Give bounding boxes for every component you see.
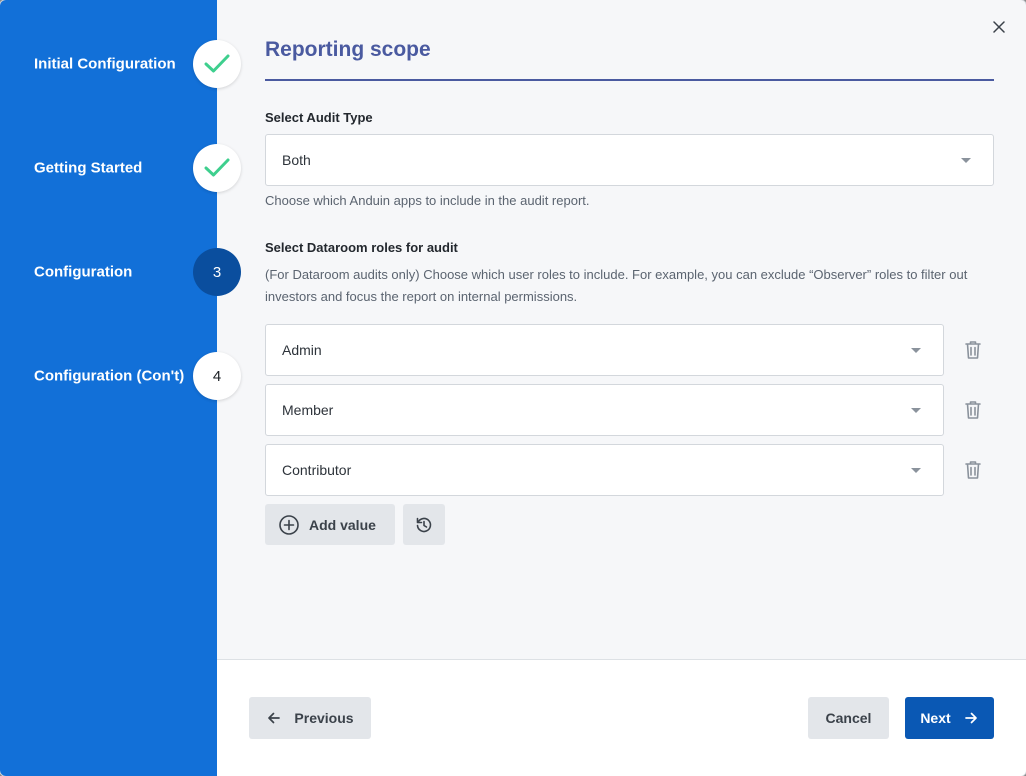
caret-down-icon — [911, 408, 921, 413]
cancel-button[interactable]: Cancel — [808, 697, 889, 739]
plus-circle-icon — [279, 514, 299, 535]
caret-down-icon — [961, 158, 971, 163]
delete-role-button[interactable] — [962, 339, 984, 361]
audit-type-value: Both — [282, 152, 311, 168]
next-label: Next — [920, 710, 951, 726]
history-icon — [416, 517, 432, 532]
step-configuration[interactable]: Configuration 3 — [0, 248, 242, 296]
delete-role-button[interactable] — [962, 399, 984, 421]
trash-icon — [965, 341, 981, 359]
step-initial-configuration[interactable]: Initial Configuration — [0, 40, 242, 88]
cancel-label: Cancel — [825, 710, 872, 726]
role-value: Admin — [282, 342, 322, 358]
role-select-admin[interactable]: Admin — [265, 324, 944, 376]
arrow-right-icon — [964, 712, 977, 724]
step-number-badge: 4 — [193, 352, 241, 400]
step-label: Initial Configuration — [34, 55, 176, 73]
step-label: Configuration — [34, 263, 133, 281]
check-icon — [193, 144, 241, 192]
previous-button[interactable]: Previous — [249, 697, 371, 739]
step-label: Getting Started — [34, 159, 143, 177]
trash-icon — [965, 401, 981, 419]
audit-type-select[interactable]: Both — [265, 134, 994, 186]
role-value: Contributor — [282, 462, 352, 478]
add-value-button[interactable]: Add value — [265, 504, 395, 545]
caret-down-icon — [911, 468, 921, 473]
step-getting-started[interactable]: Getting Started — [0, 144, 242, 192]
audit-type-help: Choose which Anduin apps to include in t… — [265, 193, 590, 208]
check-icon — [193, 40, 241, 88]
reset-button[interactable] — [403, 504, 445, 545]
role-select-contributor[interactable]: Contributor — [265, 444, 944, 496]
role-value: Member — [282, 402, 334, 418]
step-number-badge: 3 — [193, 248, 241, 296]
caret-down-icon — [911, 348, 921, 353]
step-configuration-cont[interactable]: Configuration (Con't) 4 — [0, 352, 242, 400]
close-icon — [993, 21, 1005, 33]
close-button[interactable] — [988, 16, 1010, 38]
roles-label: Select Dataroom roles for audit — [265, 240, 458, 255]
title-divider — [265, 79, 994, 81]
next-button[interactable]: Next — [905, 697, 994, 739]
audit-type-label: Select Audit Type — [265, 110, 373, 125]
step-label: Configuration (Con't) — [34, 367, 185, 385]
add-value-label: Add value — [309, 516, 376, 533]
role-select-member[interactable]: Member — [265, 384, 944, 436]
roles-help: (For Dataroom audits only) Choose which … — [265, 267, 968, 304]
trash-icon — [965, 461, 981, 479]
previous-label: Previous — [294, 710, 354, 726]
page-title: Reporting scope — [265, 38, 431, 61]
modal-footer: Previous Cancel Next — [217, 659, 1026, 776]
setup-modal: Initial Configuration Getting Started Co… — [0, 0, 1026, 776]
arrow-left-icon — [268, 712, 281, 724]
delete-role-button[interactable] — [962, 459, 984, 481]
